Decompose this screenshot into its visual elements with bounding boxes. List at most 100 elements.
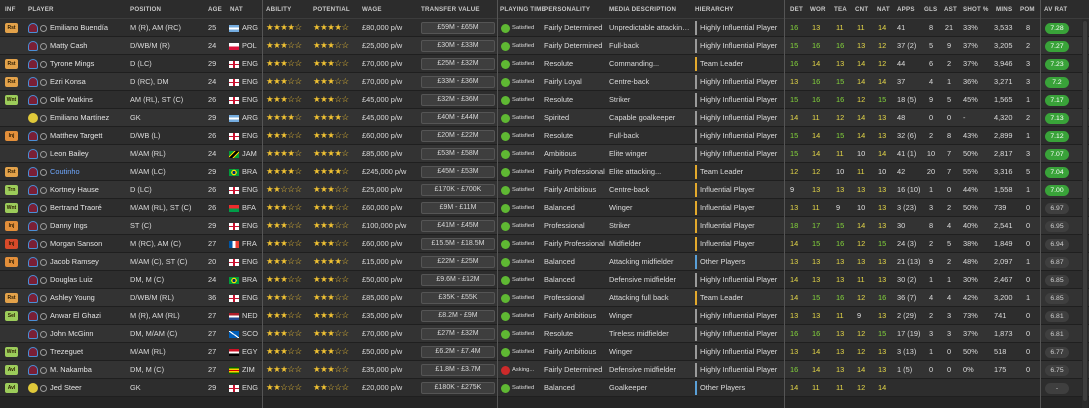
player-nat[interactable]: ENG — [242, 257, 262, 267]
shortlist-icon[interactable] — [40, 132, 47, 140]
table-row[interactable]: Rst Coutinho M/AM (LC) 29 BRA ★★★★☆ ★★★★… — [0, 163, 1089, 181]
shortlist-icon[interactable] — [40, 276, 47, 284]
player-nat[interactable]: ENG — [242, 59, 262, 69]
col-gls[interactable]: GLS — [924, 6, 937, 13]
player-name[interactable]: Tyrone Mings — [50, 59, 128, 69]
col-wor[interactable]: WOR — [810, 6, 826, 13]
player-name[interactable]: Coutinho — [50, 167, 128, 177]
col-nat[interactable]: NAT — [230, 6, 243, 13]
player-nat[interactable]: BRA — [242, 275, 262, 285]
transfer-value[interactable]: £20M - £22M — [421, 130, 495, 142]
table-row[interactable]: John McGinn DM, M/AM (C) 27 SCO ★★★☆☆ ★★… — [0, 325, 1089, 343]
transfer-value[interactable]: £33M - £36M — [421, 76, 495, 88]
col-media-description[interactable]: MEDIA DESCRIPTION — [609, 6, 676, 13]
col-personality[interactable]: PERSONALITY — [544, 6, 590, 13]
player-name[interactable]: Emiliano Martínez — [50, 113, 128, 123]
col-nat-attr[interactable]: NAT — [877, 6, 890, 13]
player-name[interactable]: Emiliano Buendía — [50, 23, 128, 33]
player-name[interactable]: M. Nakamba — [50, 365, 128, 375]
transfer-value[interactable]: £15.5M - £18.5M — [421, 238, 495, 250]
table-row[interactable]: Matty Cash D/WB/M (R) 24 POL ★★★☆☆ ★★★☆☆… — [0, 37, 1089, 55]
table-row[interactable]: Rst Ashley Young D/WB/M (RL) 36 ENG ★★★☆… — [0, 289, 1089, 307]
table-row[interactable]: Wnt Trezeguet M/AM (RL) 27 EGY ★★★☆☆ ★★★… — [0, 343, 1089, 361]
player-nat[interactable]: ENG — [242, 131, 262, 141]
table-row[interactable]: Rst Ezri Konsa D (RC), DM 24 ENG ★★★☆☆ ★… — [0, 73, 1089, 91]
info-badge[interactable]: Inj — [5, 257, 18, 267]
shortlist-icon[interactable] — [40, 96, 47, 104]
shortlist-icon[interactable] — [40, 150, 47, 158]
player-name[interactable]: Ollie Watkins — [50, 95, 128, 105]
transfer-value[interactable]: £25M - £32M — [421, 58, 495, 70]
info-badge[interactable] — [5, 113, 18, 123]
info-badge[interactable]: Rst — [5, 59, 18, 69]
col-mins[interactable]: MINS — [996, 6, 1012, 13]
player-name[interactable]: Danny Ings — [50, 221, 128, 231]
info-badge[interactable] — [5, 41, 18, 51]
transfer-value[interactable]: £180K - £275K — [421, 382, 495, 394]
player-name[interactable]: Trezeguet — [50, 347, 128, 357]
player-name[interactable]: Anwar El Ghazi — [50, 311, 128, 321]
shortlist-icon[interactable] — [40, 168, 47, 176]
player-nat[interactable]: ENG — [242, 77, 262, 87]
player-nat[interactable]: ENG — [242, 383, 262, 393]
table-row[interactable]: Inj Danny Ings ST (C) 29 ENG ★★★☆☆ ★★★☆☆… — [0, 217, 1089, 235]
player-name[interactable]: Jed Steer — [50, 383, 128, 393]
player-nat[interactable]: ENG — [242, 185, 262, 195]
table-row[interactable]: Leon Bailey M/AM (RL) 24 JAM ★★★★☆ ★★★★☆… — [0, 145, 1089, 163]
shortlist-icon[interactable] — [40, 24, 47, 32]
transfer-value[interactable]: £170K - £700K — [421, 184, 495, 196]
table-row[interactable]: Inj Morgan Sanson M (RC), AM (C) 27 FRA … — [0, 235, 1089, 253]
player-name[interactable]: Ashley Young — [50, 293, 128, 303]
player-nat[interactable]: ARG — [242, 23, 262, 33]
info-badge[interactable]: Rst — [5, 167, 18, 177]
transfer-value[interactable]: £9M - £11M — [421, 202, 495, 214]
transfer-value[interactable]: £45M - £53M — [421, 166, 495, 178]
transfer-value[interactable]: £53M - £58M — [421, 148, 495, 160]
col-transfer-value[interactable]: TRANSFER VALUE — [421, 6, 480, 13]
shortlist-icon[interactable] — [40, 78, 47, 86]
transfer-value[interactable]: £32M - £36M — [421, 94, 495, 106]
table-row[interactable]: Wnt Bertrand Traoré M/AM (RL), ST (C) 26… — [0, 199, 1089, 217]
col-inf[interactable]: INF — [5, 6, 16, 13]
shortlist-icon[interactable] — [40, 240, 47, 248]
player-name[interactable]: Bertrand Traoré — [50, 203, 128, 213]
col-age[interactable]: AGE — [208, 6, 222, 13]
col-ast[interactable]: AST — [944, 6, 957, 13]
transfer-value[interactable]: £30M - £33M — [421, 40, 495, 52]
info-badge[interactable] — [5, 329, 18, 339]
shortlist-icon[interactable] — [40, 204, 47, 212]
col-cnt[interactable]: CNT — [855, 6, 868, 13]
table-row[interactable]: Sel Anwar El Ghazi M (R), AM (RL) 27 NED… — [0, 307, 1089, 325]
shortlist-icon[interactable] — [40, 348, 47, 356]
player-nat[interactable]: ENG — [242, 95, 262, 105]
table-row[interactable]: Emiliano Martínez GK 29 ARG ★★★★☆ ★★★★☆ … — [0, 109, 1089, 127]
player-nat[interactable]: FRA — [242, 239, 262, 249]
transfer-value[interactable]: £35K - £55K — [421, 292, 495, 304]
table-row[interactable]: Rst Emiliano Buendía M (R), AM (RC) 25 A… — [0, 19, 1089, 37]
shortlist-icon[interactable] — [40, 330, 47, 338]
shortlist-icon[interactable] — [40, 114, 47, 122]
player-nat[interactable]: ARG — [242, 113, 262, 123]
info-badge[interactable]: Wnt — [5, 347, 18, 357]
player-nat[interactable]: NED — [242, 311, 262, 321]
info-badge[interactable]: Trn — [5, 185, 18, 195]
player-nat[interactable]: BFA — [242, 203, 262, 213]
transfer-value[interactable]: £8.2M - £9M — [421, 310, 495, 322]
col-tea[interactable]: TEA — [834, 6, 847, 13]
transfer-value[interactable]: £1.8M - £3.7M — [421, 364, 495, 376]
col-playing-time[interactable]: PLAYING TIME — [500, 6, 546, 13]
info-badge[interactable]: Avl — [5, 383, 18, 393]
info-badge[interactable]: Sel — [5, 311, 18, 321]
info-badge[interactable]: Avl — [5, 365, 18, 375]
col-hierarchy[interactable]: HIERARCHY — [695, 6, 734, 13]
col-player[interactable]: PLAYER — [28, 6, 54, 13]
player-name[interactable]: Matty Cash — [50, 41, 128, 51]
col-wage[interactable]: WAGE — [362, 6, 382, 13]
shortlist-icon[interactable] — [40, 222, 47, 230]
info-badge[interactable] — [5, 275, 18, 285]
transfer-value[interactable]: £9.6M - £12M — [421, 274, 495, 286]
info-badge[interactable] — [5, 149, 18, 159]
transfer-value[interactable]: £41M - £45M — [421, 220, 495, 232]
info-badge[interactable]: Wnt — [5, 203, 18, 213]
table-row[interactable]: Trn Kortney Hause D (LC) 26 ENG ★★☆☆☆ ★★… — [0, 181, 1089, 199]
